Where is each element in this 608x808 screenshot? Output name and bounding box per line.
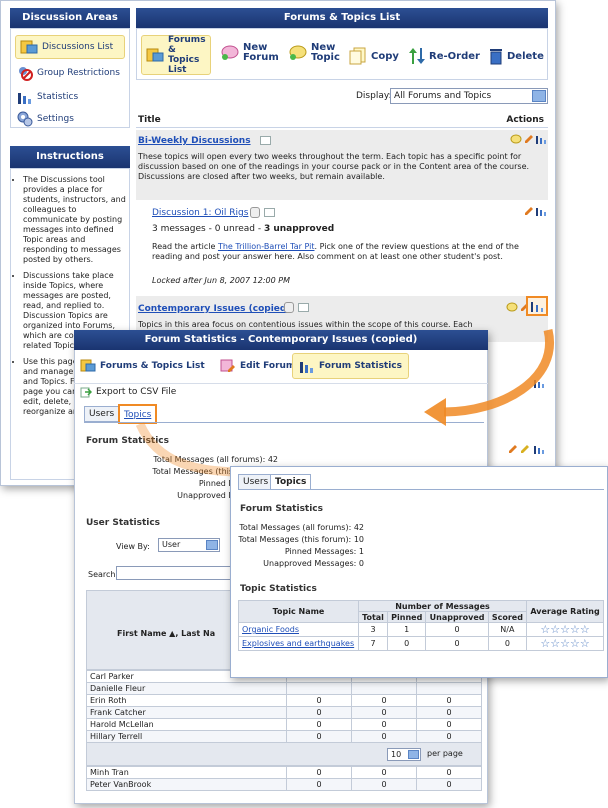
callout-arrows bbox=[135, 328, 554, 477]
rating-star-icon[interactable]: ☆ bbox=[560, 623, 570, 636]
rating-star-icon[interactable]: ☆ bbox=[540, 637, 550, 650]
rating-cell: ☆☆☆☆☆ bbox=[526, 622, 604, 637]
topic-link[interactable]: Organic Foods bbox=[242, 625, 299, 634]
tab-topics[interactable]: Topics bbox=[270, 474, 312, 490]
scored-cell: 0 bbox=[487, 636, 528, 651]
stat-value: 1 bbox=[358, 547, 364, 556]
topic-link[interactable]: Explosives and earthquakes bbox=[242, 639, 354, 648]
topic-name-cell: Explosives and earthquakes bbox=[238, 636, 359, 651]
topic-name-header[interactable]: Topic Name bbox=[238, 600, 359, 623]
stat-value: 10 bbox=[353, 535, 364, 544]
tab-divider bbox=[238, 489, 604, 490]
rating-star-icon[interactable]: ☆ bbox=[550, 637, 560, 650]
scored-header[interactable]: Scored bbox=[487, 611, 528, 623]
rating-star-icon[interactable]: ☆ bbox=[570, 637, 580, 650]
total-cell: 3 bbox=[357, 622, 389, 637]
tab-users[interactable]: Users bbox=[238, 474, 274, 490]
pinned-cell: 0 bbox=[387, 636, 427, 651]
table-row: Explosives and earthquakes 7 0 0 0 ☆☆☆☆☆ bbox=[238, 636, 604, 651]
rating-star-icon[interactable]: ☆ bbox=[570, 623, 580, 636]
forum-stats-values: Total Messages (all forums): 42 Total Me… bbox=[236, 522, 364, 570]
rating-star-icon[interactable]: ☆ bbox=[580, 637, 590, 650]
unapproved-cell: 0 bbox=[425, 622, 489, 637]
rating-star-icon[interactable]: ☆ bbox=[580, 623, 590, 636]
total-cell: 7 bbox=[357, 636, 389, 651]
topic-name-cell: Organic Foods bbox=[238, 622, 359, 637]
pinned-cell: 1 bbox=[387, 622, 427, 637]
stat-label: Total Messages (all forums): bbox=[239, 523, 352, 532]
total-header[interactable]: Total bbox=[357, 611, 389, 623]
stat-value: 0 bbox=[358, 559, 364, 568]
forum-stats-heading: Forum Statistics bbox=[240, 504, 324, 514]
number-of-messages-header: Number of Messages bbox=[357, 600, 528, 612]
unapproved-cell: 0 bbox=[425, 636, 489, 651]
stat-label: Unapproved Messages: bbox=[263, 559, 357, 568]
rating-cell: ☆☆☆☆☆ bbox=[526, 636, 604, 651]
stat-value: 42 bbox=[353, 523, 364, 532]
topic-stats-heading: Topic Statistics bbox=[240, 584, 317, 594]
scored-cell: N/A bbox=[487, 622, 528, 637]
table-row: Organic Foods 3 1 0 N/A ☆☆☆☆☆ bbox=[238, 622, 604, 637]
rating-star-icon[interactable]: ☆ bbox=[550, 623, 560, 636]
stat-label: Pinned Messages: bbox=[284, 547, 357, 556]
rating-star-icon[interactable]: ☆ bbox=[560, 637, 570, 650]
topic-stats-table: Topic Name Number of Messages Average Ra… bbox=[238, 600, 604, 651]
average-rating-header[interactable]: Average Rating bbox=[526, 600, 604, 623]
pinned-header[interactable]: Pinned bbox=[387, 611, 427, 623]
rating-star-icon[interactable]: ☆ bbox=[540, 623, 550, 636]
stat-label: Total Messages (this forum): bbox=[238, 535, 352, 544]
unapproved-header[interactable]: Unapproved bbox=[425, 611, 489, 623]
